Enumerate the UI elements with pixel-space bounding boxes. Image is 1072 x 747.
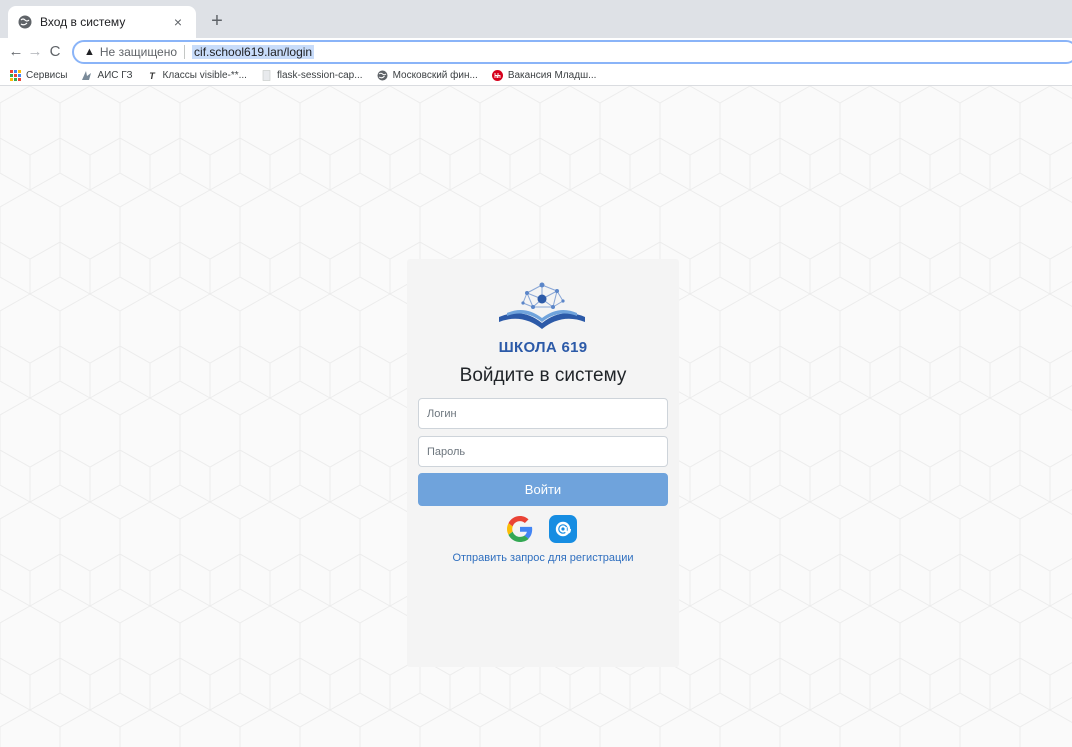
globe-icon xyxy=(377,70,388,81)
bookmark-moscow-fin[interactable]: Московский фин... xyxy=(377,70,478,81)
close-tab-icon[interactable]: × xyxy=(170,14,186,30)
school-brand-name: ШКОЛА 619 xyxy=(498,339,588,356)
mail-ru-icon[interactable] xyxy=(549,515,577,543)
login-card: ШКОЛА 619 Войдите в систему Войти Отправ… xyxy=(407,259,679,667)
browser-tab[interactable]: Вход в систему × xyxy=(8,6,196,38)
ais-icon xyxy=(82,71,92,80)
apps-grid-icon xyxy=(10,70,21,81)
bookmark-label: Вакансия Младш... xyxy=(507,70,597,81)
bookmark-label: Классы visible-**... xyxy=(162,70,247,81)
browser-toolbar: ← → C ▲ Не защищено cif.school619.lan/lo… xyxy=(0,38,1072,66)
back-arrow-icon[interactable]: ← xyxy=(6,41,26,63)
page-viewport: ШКОЛА 619 Войдите в систему Войти Отправ… xyxy=(0,86,1072,747)
bookmark-label: Московский фин... xyxy=(392,70,478,81)
bookmark-label: flask-session-cap... xyxy=(276,70,363,81)
bookmark-services[interactable]: Сервисы xyxy=(10,70,67,81)
bookmark-ais[interactable]: АИС ГЗ xyxy=(81,70,133,81)
login-input[interactable] xyxy=(418,398,668,429)
warning-icon[interactable]: ▲ xyxy=(84,46,95,58)
bookmark-label: Сервисы xyxy=(26,70,68,81)
new-tab-button[interactable]: + xyxy=(206,10,228,32)
google-icon[interactable] xyxy=(507,516,533,542)
tab-title: Вход в систему xyxy=(40,15,126,29)
url-text[interactable]: cif.school619.lan/login xyxy=(192,45,315,59)
bookmark-tex-classes[interactable]: T Классы visible-**... xyxy=(147,70,247,81)
forward-arrow-icon[interactable]: → xyxy=(25,41,45,63)
registration-request-link[interactable]: Отправить запрос для регистрации xyxy=(407,552,679,564)
security-status[interactable]: Не защищено xyxy=(100,45,177,59)
address-divider xyxy=(184,45,186,59)
password-input[interactable] xyxy=(418,436,668,467)
bookmark-flask-session[interactable]: flask-session-cap... xyxy=(261,70,363,81)
page-icon xyxy=(262,70,271,81)
globe-icon xyxy=(18,15,32,29)
address-bar[interactable]: ▲ Не защищено cif.school619.lan/login xyxy=(72,40,1072,64)
tex-icon: T xyxy=(149,70,155,81)
hh-icon xyxy=(491,70,503,81)
social-login-row xyxy=(407,515,679,543)
bookmark-label: АИС ГЗ xyxy=(97,70,133,81)
school-logo-icon xyxy=(499,282,585,329)
bookmarks-bar: Сервисы АИС ГЗ T Классы visible-**... fl… xyxy=(0,66,1072,86)
login-heading: Войдите в систему xyxy=(459,365,627,386)
login-button[interactable]: Войти xyxy=(418,473,668,506)
bookmark-vacancy[interactable]: Вакансия Младш... xyxy=(491,70,597,81)
browser-tab-strip: Вход в систему × + xyxy=(0,0,1072,38)
reload-icon[interactable]: C xyxy=(45,41,65,63)
